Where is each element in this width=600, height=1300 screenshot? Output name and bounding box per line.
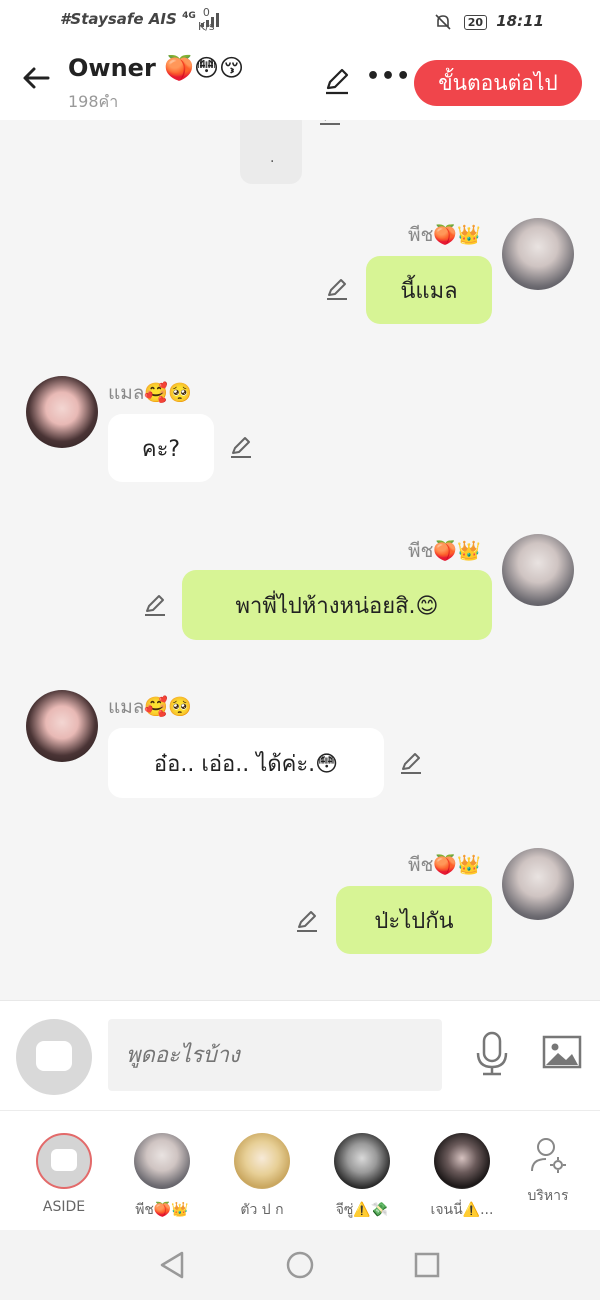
message-bubble[interactable]: อ๋อ.. เอ่อ.. ได้ค่ะ.😳: [108, 728, 384, 798]
message-bubble[interactable]: ป่ะไปกัน: [336, 886, 492, 954]
carrier-label: #Staysafe AIS 4G: [60, 10, 219, 28]
chat-area: . พีช🍑👑 นี้แมล แมล🥰🥺 คะ? พีช🍑👑 พาพี่ไปห้…: [0, 120, 600, 1000]
sender-name: พีช🍑👑: [408, 854, 481, 876]
sender-name: พีช🍑👑: [408, 224, 481, 246]
dock-label: พีช🍑👑: [135, 1202, 189, 1218]
battery-icon: 20: [463, 15, 488, 30]
dock-label: จีซู่⚠️💸: [335, 1202, 389, 1218]
sender-name: แมล🥰🥺: [108, 696, 192, 718]
status-right: 20 18:11: [434, 12, 544, 31]
avatar: [134, 1133, 190, 1189]
pencil-icon[interactable]: [322, 66, 352, 96]
back-arrow-icon[interactable]: [18, 60, 54, 96]
message-bubble[interactable]: พาพี่ไปห้างหน่อยสิ.😊: [182, 570, 492, 640]
network-type: 4G: [182, 11, 196, 21]
message-text: นี้แมล: [400, 278, 458, 304]
aside-toggle-button[interactable]: [16, 1019, 92, 1095]
dock-item-aside[interactable]: ASIDE: [16, 1133, 112, 1215]
bell-off-icon: [435, 13, 452, 30]
aside-icon: [36, 1133, 92, 1189]
pencil-icon[interactable]: [324, 276, 350, 302]
avatar[interactable]: [502, 848, 574, 920]
mic-icon[interactable]: [474, 1031, 510, 1077]
sender-name: แมล🥰🥺: [108, 382, 192, 404]
dock-item-character[interactable]: จีซู่⚠️💸: [314, 1133, 410, 1221]
chat-title: Owner 🍑😳😚: [68, 54, 245, 82]
clock: 18:11: [496, 12, 544, 30]
composer: [0, 1000, 600, 1111]
dock-item-character[interactable]: เจนนี่⚠️...: [414, 1133, 510, 1221]
carrier-text: #Staysafe AIS: [60, 10, 177, 28]
next-step-button[interactable]: ขั้นตอนต่อไป: [414, 60, 582, 106]
nav-recents-icon[interactable]: [413, 1251, 441, 1279]
avatar[interactable]: [26, 690, 98, 762]
aside-icon: [36, 1041, 72, 1071]
pencil-icon[interactable]: [294, 908, 320, 934]
dock-item-character[interactable]: ตัว ป ก: [214, 1133, 310, 1221]
pencil-icon[interactable]: [142, 592, 168, 618]
chat-header: Owner 🍑😳😚 198คำ ••• ขั้นตอนต่อไป: [0, 44, 600, 120]
dock-label: บริหาร: [527, 1188, 569, 1204]
net-speed-value: 0: [202, 6, 210, 19]
dock-label: ตัว ป ก: [240, 1202, 284, 1218]
more-icon[interactable]: •••: [366, 64, 411, 89]
pencil-icon[interactable]: [228, 434, 254, 460]
net-speed: 0 K/s: [198, 6, 215, 34]
dock-item-manage[interactable]: บริหาร: [500, 1135, 596, 1207]
nav-home-icon[interactable]: [285, 1250, 315, 1280]
avatar[interactable]: [26, 376, 98, 448]
dock-label: เจนนี่⚠️...: [430, 1202, 494, 1218]
message-bubble[interactable]: คะ?: [108, 414, 214, 482]
net-speed-unit: K/s: [198, 20, 215, 33]
pencil-icon[interactable]: [398, 750, 424, 776]
system-nav-bar: [0, 1230, 600, 1300]
message-text: ป่ะไปกัน: [374, 908, 454, 934]
image-icon[interactable]: [542, 1035, 582, 1069]
manage-users-icon: [531, 1138, 566, 1173]
message-text: พาพี่ไปห้างหน่อยสิ.😊: [235, 593, 439, 619]
dock-item-character[interactable]: พีช🍑👑: [114, 1133, 210, 1221]
avatar: [334, 1133, 390, 1189]
message-text: อ๋อ.. เอ่อ.. ได้ค่ะ.😳: [153, 751, 339, 777]
dock-label: ASIDE: [42, 1199, 86, 1215]
character-dock: ASIDE พีช🍑👑 ตัว ป ก จีซู่⚠️💸 เจนนี่⚠️...…: [0, 1110, 600, 1231]
word-count: 198คำ: [68, 92, 119, 111]
avatar[interactable]: [502, 534, 574, 606]
status-bar: #Staysafe AIS 4G 0 K/s 20 18:11: [0, 0, 600, 44]
previous-message-bubble[interactable]: .: [240, 120, 302, 184]
avatar[interactable]: [502, 218, 574, 290]
pencil-icon[interactable]: [318, 120, 342, 128]
message-text: คะ?: [141, 436, 181, 462]
nav-back-icon[interactable]: [158, 1250, 186, 1280]
avatar: [234, 1133, 290, 1189]
avatar: [434, 1133, 490, 1189]
sender-name: พีช🍑👑: [408, 540, 481, 562]
message-input[interactable]: [108, 1019, 442, 1091]
previous-message-text: .: [270, 150, 275, 166]
message-bubble[interactable]: นี้แมล: [366, 256, 492, 324]
